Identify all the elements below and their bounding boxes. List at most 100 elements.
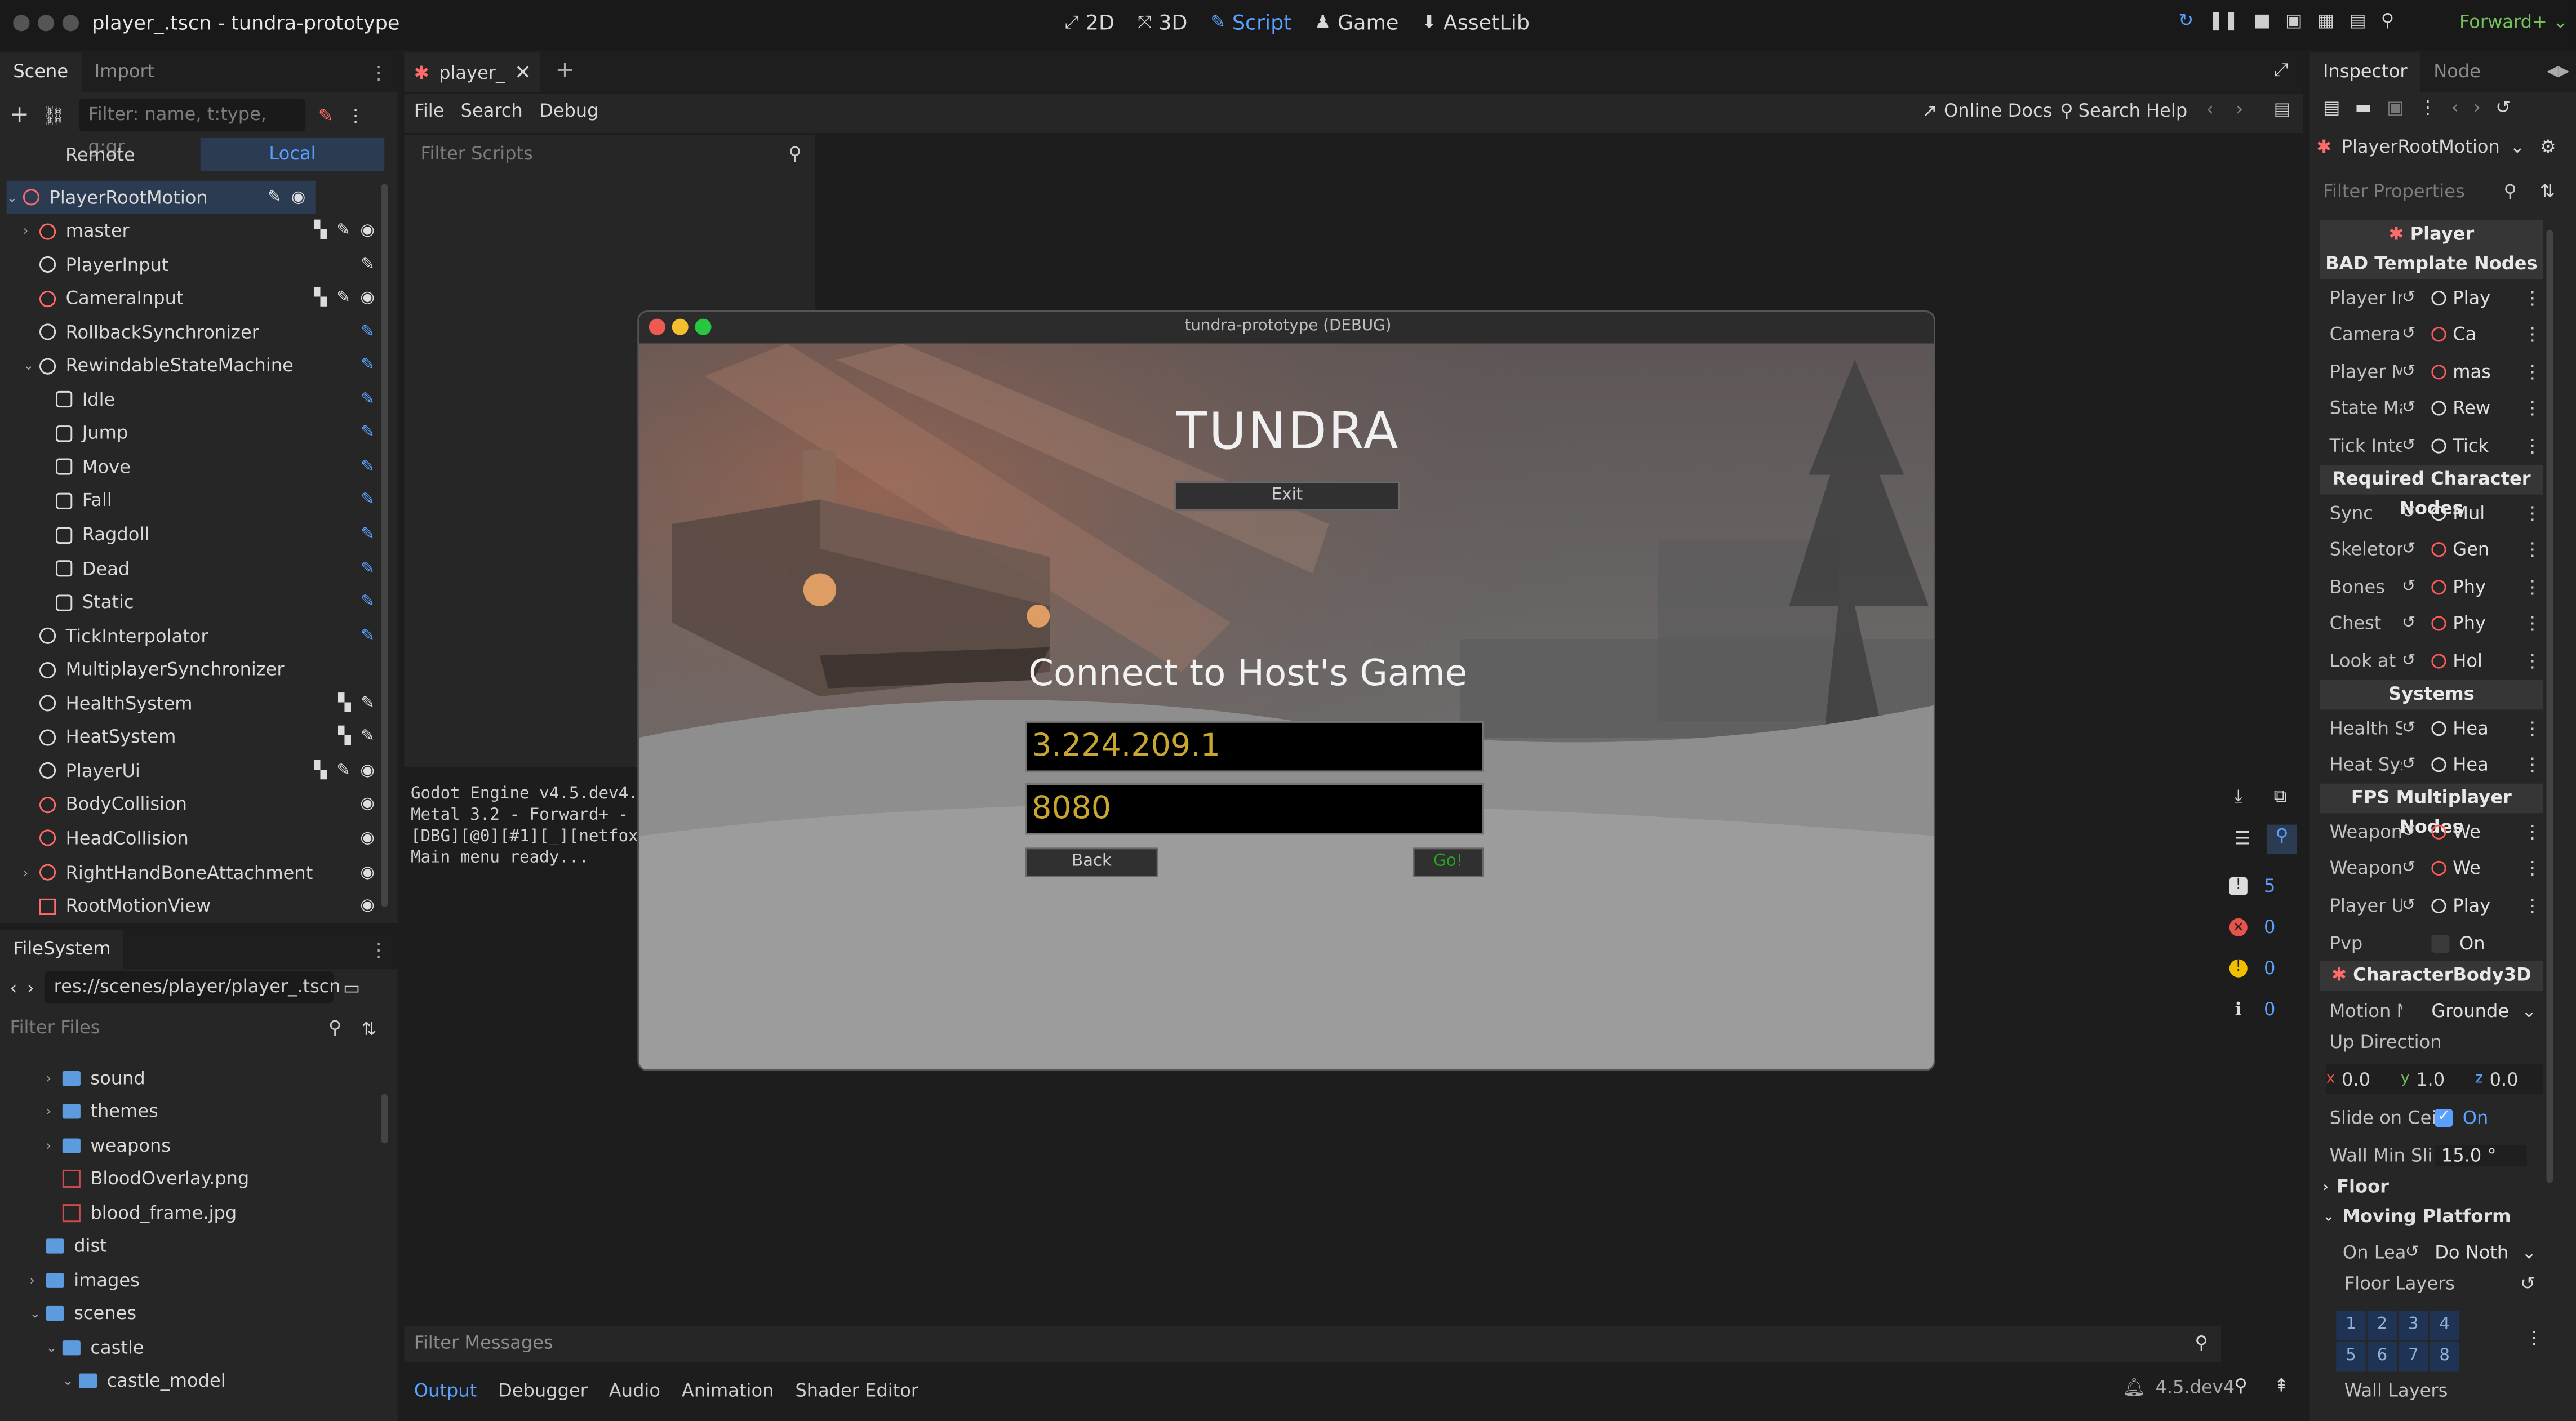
revert-icon[interactable]: ↺ [2402,652,2431,670]
list-item[interactable]: › images [29,1263,139,1296]
group-moving-platform[interactable]: ⌄ Moving Platform [2323,1206,2511,1227]
node-path-value[interactable]: Gen [2431,539,2523,560]
tree-node[interactable]: TickInterpolator ✎ [7,620,385,652]
node-path-value[interactable]: Mul [2431,502,2523,523]
revert-icon[interactable]: ↺ [2402,326,2431,344]
mode-game-button[interactable]: ♟ Game [1314,10,1398,34]
expand-panel-icon[interactable]: ⇞ [2273,1375,2289,1396]
tree-node[interactable]: Static ✎ [7,586,385,619]
script-icon[interactable]: ✎ [336,762,350,780]
script-icon[interactable]: ✎ [361,256,374,274]
tree-node[interactable]: ⌄ RewindableStateMachine ✎ [7,349,385,382]
property-menu-icon[interactable]: ⋮ [2524,858,2542,880]
load-resource-icon[interactable]: ▬ [2355,97,2372,118]
script-icon[interactable]: ✎ [361,559,374,578]
filter-search-icon[interactable]: ⚲ [2267,824,2297,855]
scene-filter-input[interactable]: Filter: name, t:type, g:gr⚲ [78,98,305,158]
chevron-right-icon[interactable]: › [23,224,39,238]
node-path-value[interactable]: We [2431,858,2523,880]
visibility-eye-icon[interactable]: ◉ [360,762,374,780]
list-item[interactable]: ⌄ castle_model [63,1364,226,1397]
filter-scripts-input[interactable]: Filter Scripts ⚲ [410,137,812,171]
scene-tree-scrollbar[interactable] [381,184,388,907]
tree-node[interactable]: BodyCollision ◉ [7,788,385,821]
chevron-right-icon[interactable]: › [46,1138,63,1152]
node-path-value[interactable]: Phy [2431,576,2523,597]
revert-icon[interactable]: ↺ [2402,897,2431,915]
list-item[interactable]: BloodOverlay.png [46,1162,249,1195]
new-resource-icon[interactable]: ▤ [2323,97,2340,118]
node-path-value[interactable]: Hea [2431,717,2523,739]
revert-icon[interactable]: ↺ [2402,823,2431,841]
back-icon[interactable]: ‹ [10,976,17,998]
tree-node[interactable]: Move ✎ [7,451,385,483]
property-menu-icon[interactable]: ⋮ [2524,539,2542,561]
property-menu-icon[interactable]: ⋮ [2524,576,2542,597]
fs-scrollbar[interactable] [381,1094,388,1144]
bell-icon[interactable]: 🔔︎ [2122,1376,2146,1398]
message-count-toggle[interactable]: ! 5 [2229,869,2295,902]
reload-icon[interactable]: ↻ [2178,10,2193,31]
pause-icon[interactable]: ❚❚ [2208,10,2239,31]
tree-node[interactable]: › master ▚ ✎ ◉ [7,215,385,247]
add-node-icon[interactable]: + [10,102,29,128]
revert-icon[interactable]: ↺ [2520,1273,2535,1295]
layers-menu-icon[interactable]: ⋮ [2525,1327,2543,1349]
clapper-icon[interactable]: ▚ [314,762,326,780]
list-item[interactable]: ⌄ scenes [29,1297,136,1330]
chevron-down-icon[interactable]: ⌄ [46,1340,63,1355]
local-tab[interactable]: Local [200,137,385,171]
tree-node[interactable]: PlayerInput ✎ [7,248,385,281]
tree-node[interactable]: Ragdoll ✎ [7,518,385,551]
layer-toggle[interactable]: 5 [2336,1342,2366,1372]
node-path-value[interactable]: Tick [2431,435,2523,456]
filter-messages-input[interactable]: Filter Messages [414,1333,553,1354]
tree-node[interactable]: RollbackSynchronizer ✎ [7,316,385,348]
motion-mode-dropdown[interactable]: Grounde ⌄ [2431,1000,2537,1021]
object-history-icon[interactable]: ↺ [2495,97,2511,118]
visibility-eye-icon[interactable]: ◉ [360,222,374,240]
close-tab-icon[interactable]: ✕ [515,61,531,84]
script-list-toggle-icon[interactable]: ▤ [2273,99,2290,120]
link-icon[interactable]: ⛓ [42,104,65,126]
menu-debug[interactable]: Debug [539,100,599,122]
layer-toggle[interactable]: 3 [2399,1311,2428,1341]
property-menu-icon[interactable]: ⋮ [2524,502,2542,523]
tree-node[interactable]: RootMotionView ◉ [7,890,385,922]
list-item[interactable]: › weapons [46,1129,171,1161]
list-item[interactable]: dist [29,1229,107,1262]
dock-menu-icon[interactable]: ⋮ [370,61,388,83]
tree-node[interactable]: HeadCollision ◉ [7,822,385,855]
scene-menu-icon[interactable]: ⋮ [347,104,365,126]
script-icon[interactable]: ✎ [361,323,374,341]
info-count-toggle[interactable]: ℹ0 [2229,992,2295,1025]
list-item[interactable]: ⌄ castle [46,1331,144,1364]
script-icon[interactable]: ✎ [336,222,350,240]
script-icon[interactable]: ✎ [361,593,374,611]
revert-icon[interactable]: ↺ [2402,362,2431,380]
visibility-eye-icon[interactable]: ◉ [291,188,305,206]
node-path-value[interactable]: Play [2431,287,2523,308]
group-floor[interactable]: › Floor [2323,1176,2389,1198]
revert-icon[interactable]: ↺ [2402,504,2431,522]
fs-path-input[interactable]: res://scenes/player/player_.tscn [44,971,341,1004]
revert-icon[interactable]: ↺ [2402,541,2431,559]
visibility-eye-icon[interactable]: ◉ [360,897,374,915]
tab-output[interactable]: Output [414,1379,477,1401]
layer-toggle[interactable]: 1 [2336,1311,2366,1341]
prev-object-icon[interactable]: ‹ [2451,97,2459,118]
revert-icon[interactable]: ↺ [2402,399,2431,418]
tree-node[interactable]: › RightHandBoneAttachment ◉ [7,856,385,889]
script-icon[interactable]: ✎ [361,357,374,375]
node-path-value[interactable]: Hol [2431,650,2523,672]
debug-search-icon[interactable]: ⚲ [2381,10,2395,31]
script-icon[interactable]: ✎ [268,188,281,206]
wall-min-slide-input[interactable]: 15.0 ° [2435,1144,2527,1166]
script-icon[interactable]: ✎ [361,424,374,442]
slide-on-ceiling-checkbox[interactable]: ✓ On [2435,1107,2526,1128]
list-item[interactable]: › themes [46,1095,158,1127]
visibility-eye-icon[interactable]: ◉ [360,290,374,308]
script-icon[interactable]: ✎ [361,390,374,408]
forward-icon[interactable]: › [27,976,34,998]
property-menu-icon[interactable]: ⋮ [2524,821,2542,842]
